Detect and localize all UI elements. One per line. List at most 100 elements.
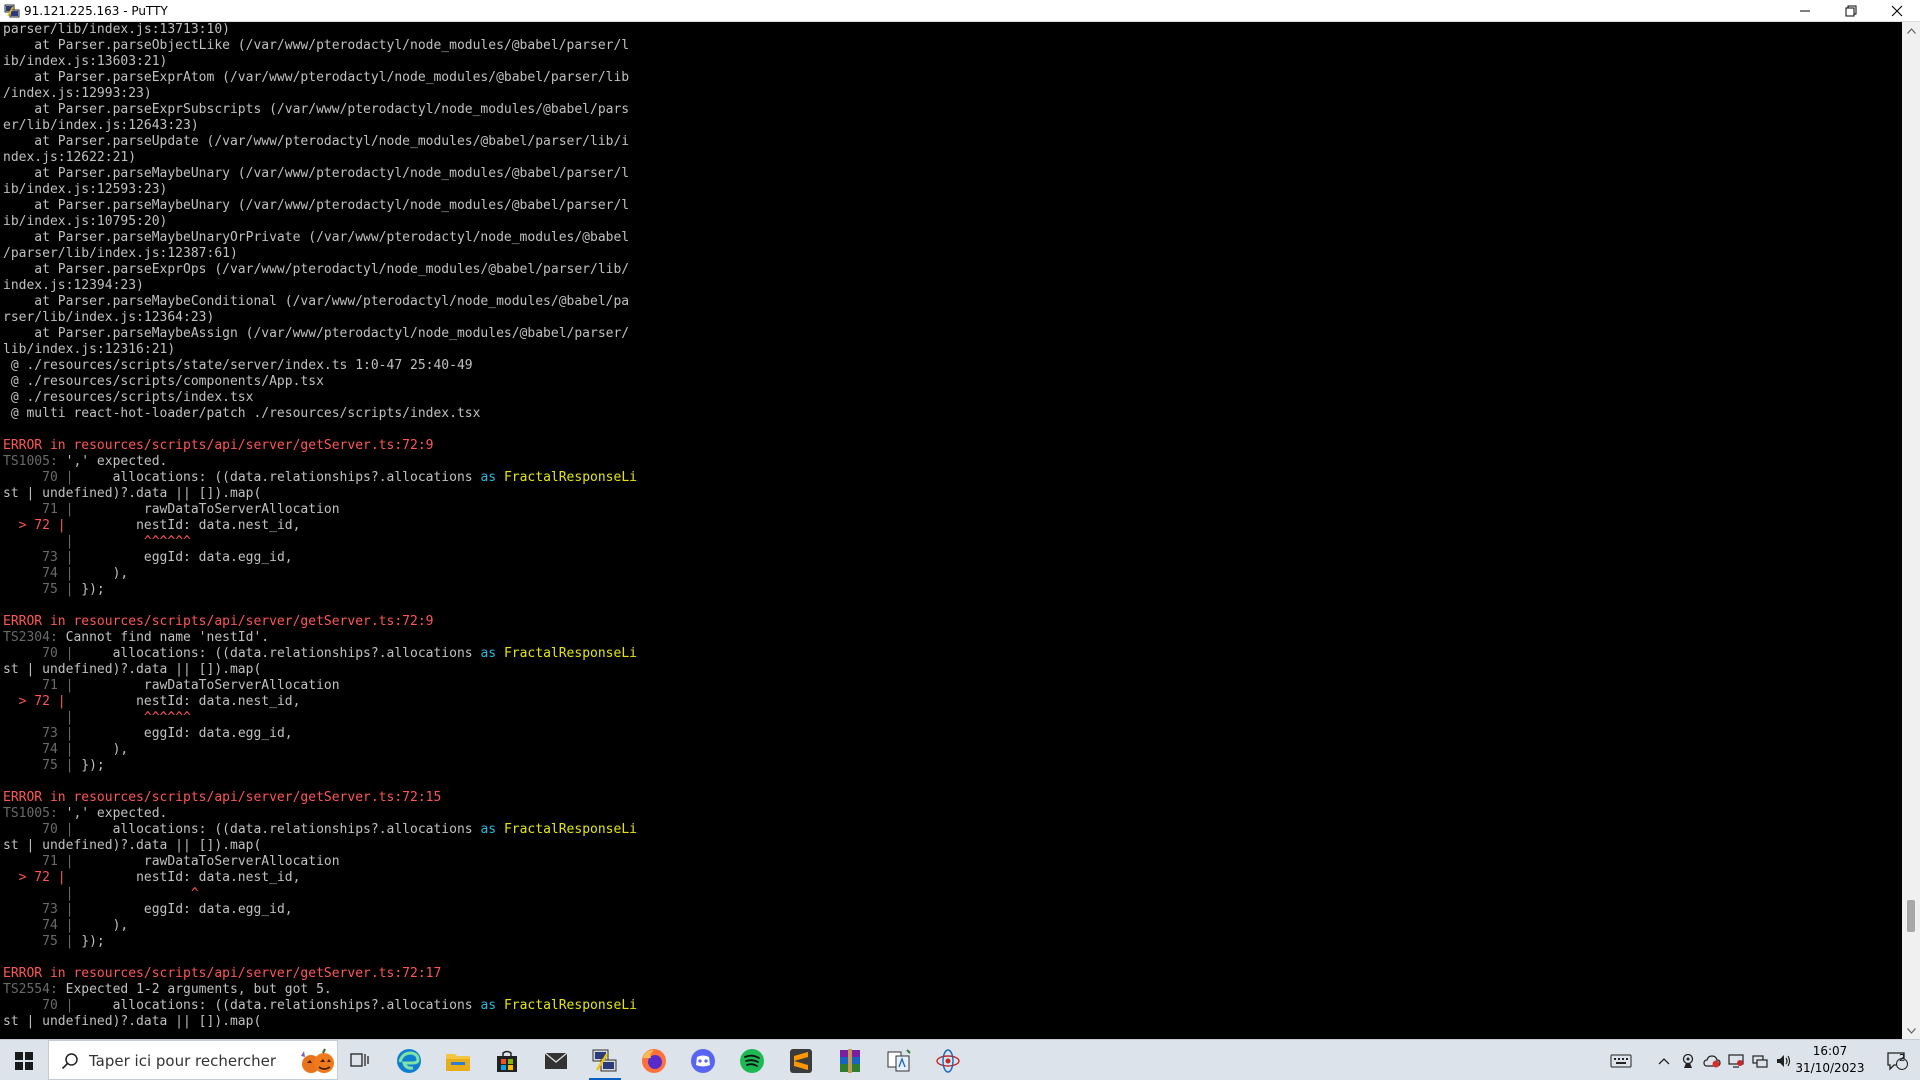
tray-app-icon[interactable]	[1676, 1040, 1700, 1080]
terminal-line: | ^	[3, 886, 199, 902]
terminal-text-segment: FractalResponseLi	[503, 822, 637, 837]
taskbar-app-file-explorer[interactable]	[434, 1040, 482, 1080]
terminal-text-segment: 75 |	[3, 934, 74, 949]
terminal-line: ERROR in resources/scripts/api/server/ge…	[3, 438, 433, 454]
terminal-text-segment: ^^^^^^	[73, 534, 191, 549]
restore-button[interactable]	[1828, 0, 1874, 22]
taskbar-app-translator[interactable]	[875, 1040, 923, 1080]
terminal-text-segment: Expected 1-2 arguments, but got 5.	[57, 982, 332, 997]
input-method-indicator[interactable]	[1606, 1040, 1636, 1080]
terminal-line: TS2304: Cannot find name 'nestId'.	[3, 630, 269, 646]
terminal-line: TS1005: ',' expected.	[3, 806, 167, 822]
terminal-text-segment: @ ./resources/scripts/state/server/index…	[3, 358, 473, 373]
terminal-text-segment: as	[480, 470, 497, 485]
terminal-text-segment: allocations: ((data.relationships?.alloc…	[73, 646, 481, 661]
terminal-line: /index.js:12993:23)	[3, 86, 152, 102]
terminal-line: @ ./resources/scripts/state/server/index…	[3, 358, 473, 374]
terminal-text-segment: allocations: ((data.relationships?.alloc…	[73, 998, 481, 1013]
terminal-text-segment: ib/index.js:12593:23)	[3, 182, 168, 197]
taskbar-app-spotify[interactable]	[728, 1040, 776, 1080]
terminal-text-segment: |	[3, 534, 74, 549]
taskbar-app-discord[interactable]	[679, 1040, 727, 1080]
terminal-line: 70 | allocations: ((data.relationships?.…	[3, 998, 637, 1014]
tray-cloud-icon[interactable]	[1700, 1040, 1724, 1080]
taskbar-search-box[interactable]: Taper ici pour rechercher	[48, 1040, 338, 1080]
clock-date: 31/10/2023	[1795, 1061, 1865, 1075]
terminal-line: at Parser.parseObjectLike (/var/www/pter…	[3, 38, 629, 54]
terminal-text-segment: at Parser.parseMaybeUnaryOrPrivate (/var…	[3, 230, 630, 245]
cloud-sync-icon	[1703, 1054, 1721, 1067]
terminal-line: 75 | });	[3, 758, 105, 774]
terminal-line: at Parser.parseExprAtom (/var/www/pterod…	[3, 70, 629, 86]
terminal-text-segment: at Parser.parseUpdate (/var/www/pterodac…	[3, 134, 630, 149]
taskbar-app-edge[interactable]	[385, 1040, 433, 1080]
edge-icon	[396, 1048, 422, 1074]
minimize-button[interactable]	[1782, 0, 1828, 22]
terminal-line: lib/index.js:12316:21)	[3, 342, 175, 358]
terminal-text-segment: ',' expected.	[57, 806, 168, 821]
terminal-line: 74 | ),	[3, 918, 128, 934]
taskbar-app-winrar[interactable]	[826, 1040, 874, 1080]
terminal-text-segment: FractalResponseLi	[503, 998, 637, 1013]
terminal-line: ib/index.js:10795:20)	[3, 214, 167, 230]
terminal-text-segment: ib/index.js:13603:21)	[3, 54, 168, 69]
terminal-text-segment: as	[480, 646, 497, 661]
title-bar[interactable]: 91.121.225.163 - PuTTY	[0, 0, 1920, 22]
terminal-text-segment: |	[3, 886, 74, 901]
close-icon	[1891, 5, 1903, 17]
terminal-text-segment: TS1005:	[3, 806, 58, 821]
taskbar-app-firefox[interactable]	[630, 1040, 678, 1080]
terminal-text-segment: });	[73, 758, 105, 773]
taskbar-app-microsoft-store[interactable]	[483, 1040, 531, 1080]
terminal-line: ndex.js:12622:21)	[3, 150, 136, 166]
vertical-scrollbar[interactable]	[1902, 22, 1920, 1039]
terminal-text-segment: rawDataToServerAllocation	[73, 678, 340, 693]
ethernet-icon	[1752, 1054, 1768, 1068]
taskbar-app-sublime-text[interactable]	[777, 1040, 825, 1080]
terminal-text-segment: TS1005:	[3, 454, 58, 469]
terminal-line: ib/index.js:12593:23)	[3, 182, 167, 198]
terminal-text-segment: ERROR in resources/scripts/api/server/ge…	[3, 966, 442, 981]
terminal-text-segment: 70 |	[3, 470, 74, 485]
show-hidden-icons-button[interactable]	[1652, 1040, 1676, 1080]
terminal-line: at Parser.parseUpdate (/var/www/pterodac…	[3, 134, 629, 150]
clock-time: 16:07	[1812, 1044, 1848, 1058]
task-view-icon	[350, 1052, 370, 1070]
terminal-text-segment: eggId: data.egg_id,	[73, 902, 293, 917]
windows-logo-icon	[15, 1051, 33, 1070]
terminal-line: er/lib/index.js:12643:23)	[3, 118, 199, 134]
terminal-text-segment: ERROR in resources/scripts/api/server/ge…	[3, 790, 442, 805]
terminal-text-segment: 71 |	[3, 502, 74, 517]
terminal-line: @ ./resources/scripts/index.tsx	[3, 390, 254, 406]
taskbar-clock[interactable]: 16:07 31/10/2023	[1780, 1043, 1880, 1077]
taskbar-app-network-app[interactable]	[924, 1040, 972, 1080]
terminal-line: 70 | allocations: ((data.relationships?.…	[3, 822, 637, 838]
start-button[interactable]	[0, 1040, 48, 1080]
terminal-text-segment: 74 |	[3, 918, 74, 933]
terminal-text-segment: st | undefined)?.data || []).map(	[3, 486, 262, 501]
taskbar-app-mail[interactable]	[532, 1040, 580, 1080]
terminal-text-segment: lib/index.js:12316:21)	[3, 342, 176, 357]
notification-center-button[interactable]: 2	[1874, 1040, 1920, 1080]
terminal-line: at Parser.parseMaybeUnary (/var/www/pter…	[3, 198, 629, 214]
terminal-line: /parser/lib/index.js:12387:61)	[3, 246, 238, 262]
terminal-line: > 72 | nestId: data.nest_id,	[3, 694, 301, 710]
halloween-pumpkin-icon	[301, 1048, 334, 1073]
terminal-text-segment: eggId: data.egg_id,	[73, 550, 293, 565]
firefox-icon	[641, 1048, 667, 1074]
scroll-down-arrow[interactable]	[1902, 1022, 1920, 1039]
terminal-text-segment: nestId: data.nest_id,	[65, 518, 301, 533]
terminal-text-segment: rawDataToServerAllocation	[73, 854, 340, 869]
network-status[interactable]	[1748, 1040, 1772, 1080]
taskbar-app-putty[interactable]	[581, 1040, 629, 1080]
terminal-output[interactable]: parser/lib/index.js:13713:10) at Parser.…	[0, 22, 1902, 1039]
chevron-down-icon	[1906, 1027, 1916, 1034]
terminal-text-segment: at Parser.parseMaybeUnary (/var/www/pter…	[3, 166, 630, 181]
scrollbar-thumb[interactable]	[1907, 900, 1915, 932]
taskbar-app-task-view[interactable]	[336, 1040, 384, 1080]
terminal-text-segment: 71 |	[3, 678, 74, 693]
scroll-up-arrow[interactable]	[1902, 22, 1920, 39]
close-button[interactable]	[1874, 0, 1920, 22]
terminal-text-segment: 74 |	[3, 742, 74, 757]
tray-display-icon[interactable]	[1724, 1040, 1748, 1080]
